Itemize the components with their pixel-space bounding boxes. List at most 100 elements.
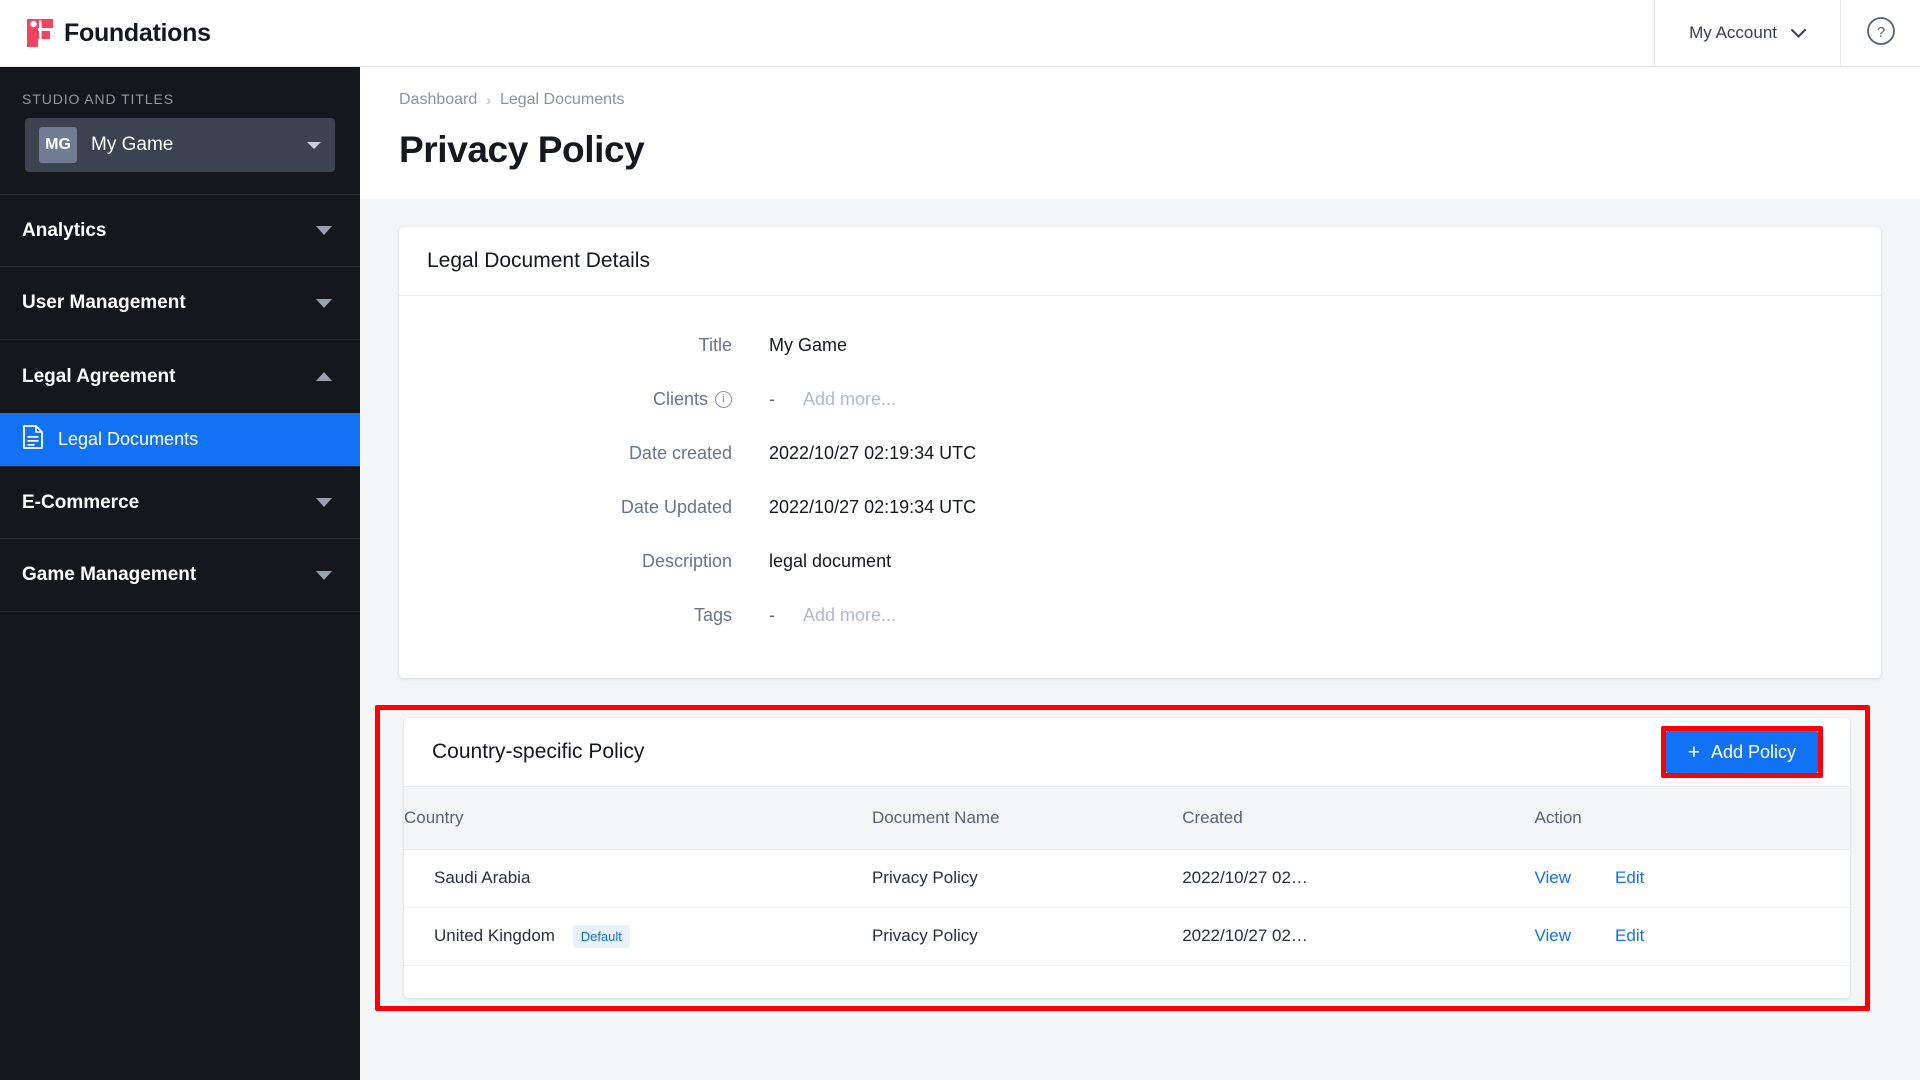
cell-created: 2022/10/27 02… (1182, 907, 1535, 966)
card-header: Legal Document Details (399, 227, 1881, 296)
sidebar-item-label: Analytics (22, 219, 107, 241)
help-button[interactable]: ? (1840, 0, 1920, 66)
column-header-action: Action (1534, 787, 1850, 850)
sidebar: STUDIO AND TITLES MG My Game Analytics U… (0, 67, 360, 1080)
detail-label: Clients i (399, 389, 769, 410)
card-title: Legal Document Details (427, 249, 650, 272)
brand[interactable]: Foundations (0, 0, 360, 66)
add-policy-button[interactable]: + Add Policy (1665, 731, 1818, 773)
legal-document-details-card: Legal Document Details Title My Game Cli… (399, 227, 1881, 678)
foundations-logo-icon (27, 19, 53, 47)
brand-name: Foundations (64, 18, 211, 47)
svg-text:?: ? (1876, 24, 1884, 41)
table-header: Country Document Name Created Action (404, 787, 1850, 850)
info-icon[interactable]: i (715, 390, 732, 408)
detail-value-date-created: 2022/10/27 02:19:34 UTC (769, 442, 977, 463)
detail-row-tags: Tags - Add more... (399, 588, 1881, 642)
cell-action: View Edit (1534, 849, 1850, 908)
add-policy-label: Add Policy (1710, 741, 1796, 762)
detail-row-clients: Clients i - Add more... (399, 372, 1881, 426)
detail-value-dash: - (769, 604, 775, 625)
clients-add-more-input[interactable]: Add more... (803, 389, 896, 410)
studio-name: My Game (91, 134, 174, 155)
detail-row-date-created: Date created 2022/10/27 02:19:34 UTC (399, 426, 1881, 480)
caret-up-icon (316, 372, 332, 381)
sidebar-item-legal-agreement[interactable]: Legal Agreement (0, 340, 360, 413)
sidebar-item-e-commerce[interactable]: E-Commerce (0, 466, 360, 539)
breadcrumb-item-dashboard[interactable]: Dashboard (399, 91, 477, 109)
table-body: Saudi Arabia Privacy Policy 2022/10/27 0… (404, 849, 1850, 966)
country-policy-highlight: Country-specific Policy + Add Policy Cou… (375, 705, 1870, 1011)
column-header-created: Created (1182, 787, 1535, 850)
caret-down-icon (316, 570, 332, 580)
column-header-document-name: Document Name (871, 787, 1183, 850)
table-header-row: Country Document Name Created Action (404, 787, 1850, 850)
table-row: Saudi Arabia Privacy Policy 2022/10/27 0… (404, 849, 1850, 908)
add-policy-highlight: + Add Policy (1660, 726, 1823, 778)
sidebar-item-label: User Management (22, 292, 186, 313)
sidebar-item-user-management[interactable]: User Management (0, 267, 360, 340)
caret-down-icon (316, 298, 332, 308)
view-link[interactable]: View (1534, 868, 1571, 888)
detail-label: Tags (693, 604, 732, 625)
detail-label: Title (698, 334, 732, 355)
card-header: Country-specific Policy + Add Policy (404, 718, 1850, 787)
studio-avatar: MG (39, 127, 77, 163)
main-content: Dashboard › Legal Documents Privacy Poli… (360, 67, 1920, 1080)
detail-row-title: Title My Game (399, 318, 1881, 372)
cell-country: Saudi Arabia (404, 849, 872, 908)
caret-down-icon (316, 498, 332, 507)
breadcrumb-separator-icon: › (486, 92, 491, 108)
sidebar-item-label: E-Commerce (22, 491, 140, 513)
page-header: Dashboard › Legal Documents Privacy Poli… (360, 67, 1920, 199)
cell-country: United Kingdom Default (404, 907, 872, 966)
tags-add-more-input[interactable]: Add more... (803, 605, 896, 626)
detail-label-text: Clients (652, 388, 708, 409)
plus-icon: + (1687, 740, 1700, 764)
help-circle-icon: ? (1866, 16, 1896, 51)
breadcrumb-item-legal-documents[interactable]: Legal Documents (500, 91, 625, 109)
sidebar-item-label: Legal Agreement (22, 365, 176, 387)
sidebar-section-label: STUDIO AND TITLES (22, 91, 174, 107)
my-account-label: My Account (1689, 23, 1777, 42)
cell-document-name: Privacy Policy (871, 907, 1183, 966)
status-badge: Default (572, 924, 630, 948)
document-icon (22, 425, 44, 454)
caret-down-icon (316, 226, 332, 235)
details-body: Title My Game Clients i - Add more... Da… (399, 296, 1881, 678)
country-specific-policy-card: Country-specific Policy + Add Policy Cou… (404, 718, 1850, 998)
cell-action: View Edit (1534, 907, 1850, 966)
sidebar-item-game-management[interactable]: Game Management (0, 539, 360, 612)
chevron-down-icon (1791, 23, 1806, 43)
sidebar-item-analytics[interactable]: Analytics (0, 194, 360, 267)
studio-selector[interactable]: MG My Game (25, 118, 335, 172)
table-row: United Kingdom Default Privacy Policy 20… (404, 907, 1850, 966)
card-title: Country-specific Policy (432, 740, 645, 763)
detail-label: Date Updated (620, 496, 732, 517)
cell-created: 2022/10/27 02… (1182, 849, 1535, 908)
page-title: Privacy Policy (399, 129, 645, 170)
detail-label: Date created (628, 442, 732, 463)
chevron-down-icon (307, 141, 321, 149)
edit-link[interactable]: Edit (1615, 868, 1644, 888)
sidebar-item-legal-documents[interactable]: Legal Documents (0, 413, 360, 466)
detail-row-date-updated: Date Updated 2022/10/27 02:19:34 UTC (399, 480, 1881, 534)
detail-value-clients: - Add more... (769, 389, 896, 410)
top-bar: Foundations My Account ? (0, 0, 1920, 67)
cell-document-name: Privacy Policy (871, 849, 1183, 908)
detail-value-date-updated: 2022/10/27 02:19:34 UTC (769, 496, 977, 517)
view-link[interactable]: View (1534, 926, 1571, 946)
breadcrumb: Dashboard › Legal Documents (399, 91, 1920, 109)
country-name: Saudi Arabia (434, 868, 531, 887)
detail-value-title: My Game (769, 334, 848, 355)
column-header-country: Country (404, 787, 872, 850)
detail-value-description: legal document (769, 550, 892, 571)
sidebar-subitem-label: Legal Documents (58, 429, 199, 449)
my-account-button[interactable]: My Account (1654, 0, 1840, 66)
detail-row-description: Description legal document (399, 534, 1881, 588)
country-policy-table: Country Document Name Created Action Sau… (404, 787, 1850, 966)
detail-value-tags: - Add more... (769, 605, 896, 626)
table-footer (404, 966, 1850, 998)
edit-link[interactable]: Edit (1615, 926, 1644, 946)
